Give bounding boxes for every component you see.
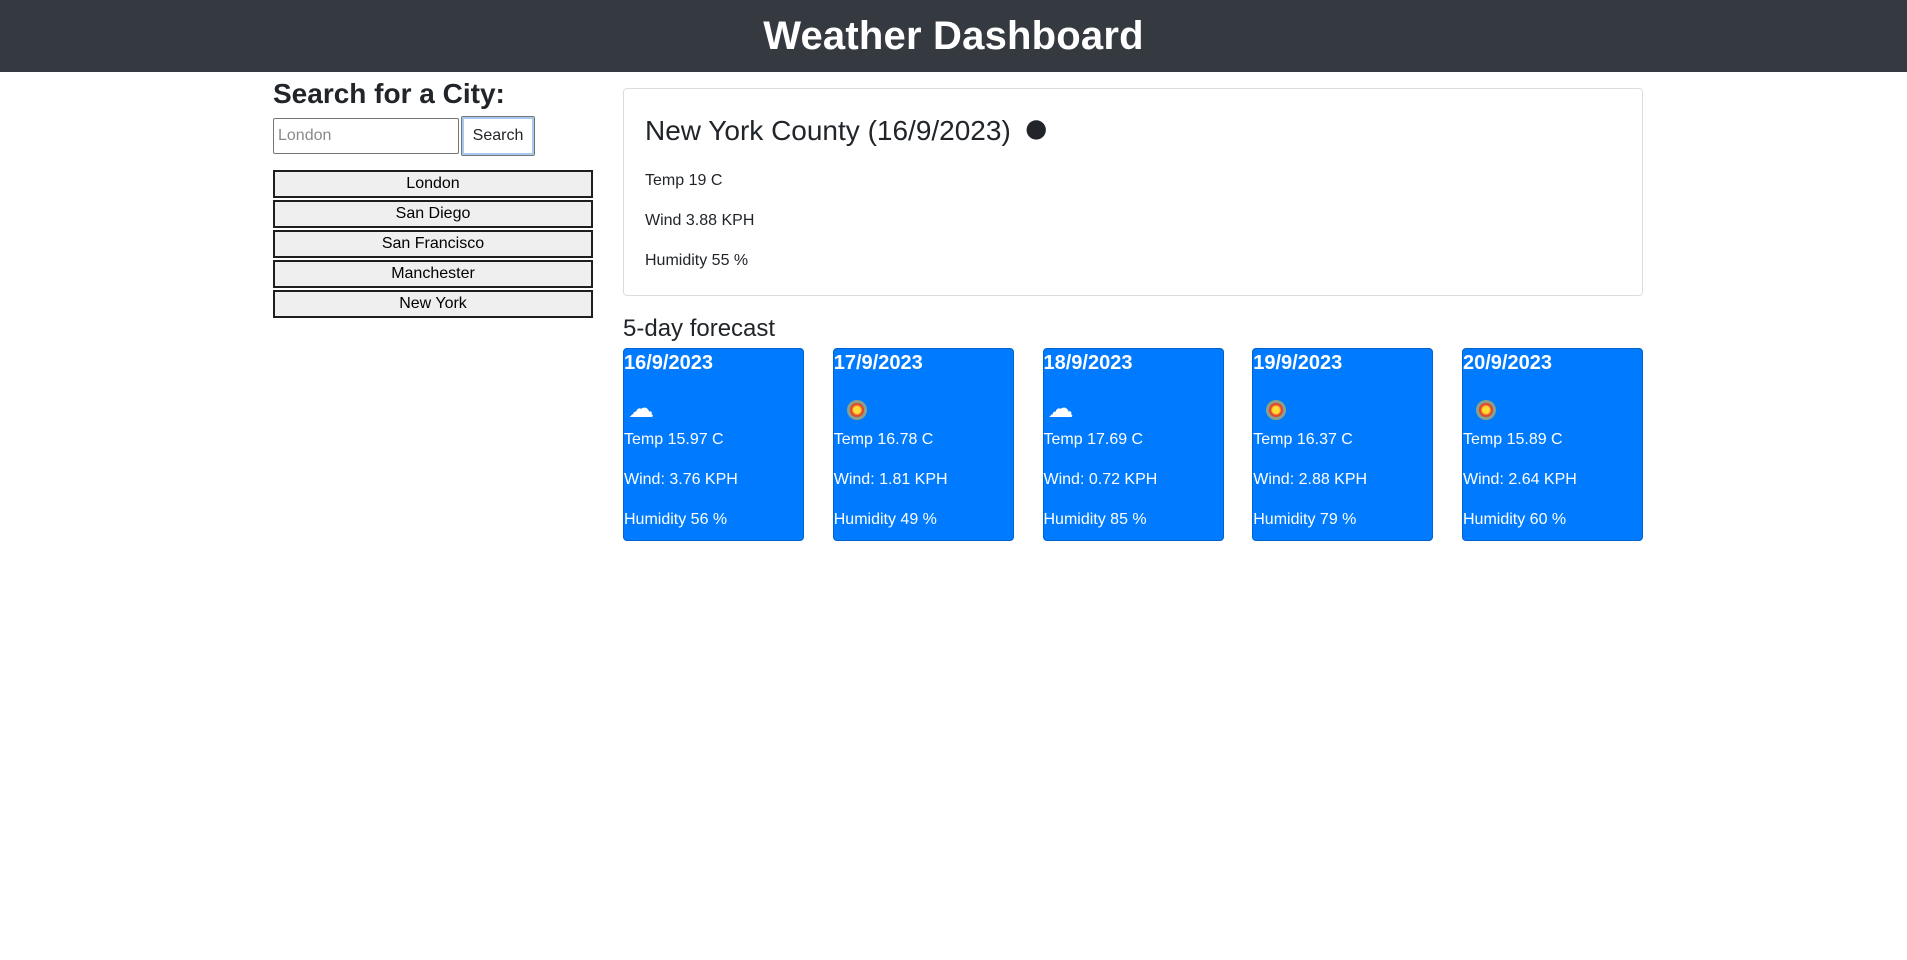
forecast-humidity: Humidity 85 % xyxy=(1043,511,1147,528)
main-content: New York County (16/9/2023) 🌑 Temp 19 C … xyxy=(623,88,1643,541)
cloud-icon: ☁ xyxy=(628,393,654,423)
current-temp: Temp 19 C xyxy=(645,172,723,189)
forecast-card: 17/9/2023 Temp 16.78 C Wind: 1.81 KPH Hu… xyxy=(832,348,1014,541)
history-item-new-york[interactable]: New York xyxy=(273,290,593,318)
search-history: London San Diego San Francisco Mancheste… xyxy=(273,170,593,320)
current-wind: Wind 3.88 KPH xyxy=(645,212,755,229)
night-clear-icon: 🌑 xyxy=(1024,118,1048,143)
page-title: Weather Dashboard xyxy=(763,13,1144,58)
sun-icon xyxy=(834,388,1013,428)
forecast-wind: Wind: 3.76 KPH xyxy=(624,471,738,488)
forecast-row: 16/9/2023 ☁ Temp 15.97 C Wind: 3.76 KPH … xyxy=(623,348,1643,541)
forecast-temp: Temp 16.37 C xyxy=(1253,431,1353,448)
forecast-date: 20/9/2023 xyxy=(1463,352,1552,374)
forecast-humidity: Humidity 49 % xyxy=(833,511,937,528)
forecast-humidity: Humidity 79 % xyxy=(1253,511,1357,528)
app-header: Weather Dashboard xyxy=(0,0,1907,72)
search-row: Search xyxy=(273,116,593,156)
current-city-date: New York County (16/9/2023) xyxy=(645,115,1011,146)
forecast-temp: Temp 17.69 C xyxy=(1043,431,1144,448)
history-item-san-diego[interactable]: San Diego xyxy=(273,200,593,228)
forecast-temp: Temp 15.97 C xyxy=(624,431,724,448)
forecast-heading: 5-day forecast xyxy=(623,315,776,342)
forecast-humidity: Humidity 56 % xyxy=(624,511,728,528)
forecast-temp: Temp 15.89 C xyxy=(1463,431,1563,448)
forecast-humidity: Humidity 60 % xyxy=(1463,511,1567,528)
forecast-date: 18/9/2023 xyxy=(1043,352,1133,374)
forecast-wind: Wind: 2.88 KPH xyxy=(1253,471,1368,488)
forecast-temp: Temp 16.78 C xyxy=(833,431,934,448)
sun-icon xyxy=(1253,388,1432,428)
current-weather-card: New York County (16/9/2023) 🌑 Temp 19 C … xyxy=(623,88,1643,296)
forecast-card: 16/9/2023 ☁ Temp 15.97 C Wind: 3.76 KPH … xyxy=(623,348,804,541)
search-heading: Search for a City: xyxy=(273,78,505,109)
forecast-date: 17/9/2023 xyxy=(833,352,923,374)
forecast-wind: Wind: 1.81 KPH xyxy=(833,471,948,488)
current-humidity: Humidity 55 % xyxy=(645,252,749,269)
history-item-manchester[interactable]: Manchester xyxy=(273,260,593,288)
sidebar: Search for a City: Search London San Die… xyxy=(273,76,593,320)
cloud-icon: ☁ xyxy=(1047,393,1074,423)
forecast-card: 18/9/2023 ☁ Temp 17.69 C Wind: 0.72 KPH … xyxy=(1042,348,1224,541)
forecast-wind: Wind: 2.64 KPH xyxy=(1463,471,1577,488)
history-item-san-francisco[interactable]: San Francisco xyxy=(273,230,593,258)
sun-icon xyxy=(1463,388,1642,428)
current-weather-title: New York County (16/9/2023) 🌑 xyxy=(645,111,1621,151)
search-input[interactable] xyxy=(273,118,459,154)
forecast-date: 16/9/2023 xyxy=(624,352,713,374)
forecast-wind: Wind: 0.72 KPH xyxy=(1043,471,1158,488)
forecast-card: 19/9/2023 Temp 16.37 C Wind: 2.88 KPH Hu… xyxy=(1252,348,1434,541)
search-button[interactable]: Search xyxy=(461,116,535,156)
forecast-date: 19/9/2023 xyxy=(1253,352,1343,374)
forecast-card: 20/9/2023 Temp 15.89 C Wind: 2.64 KPH Hu… xyxy=(1462,348,1643,541)
history-item-london[interactable]: London xyxy=(273,170,593,198)
